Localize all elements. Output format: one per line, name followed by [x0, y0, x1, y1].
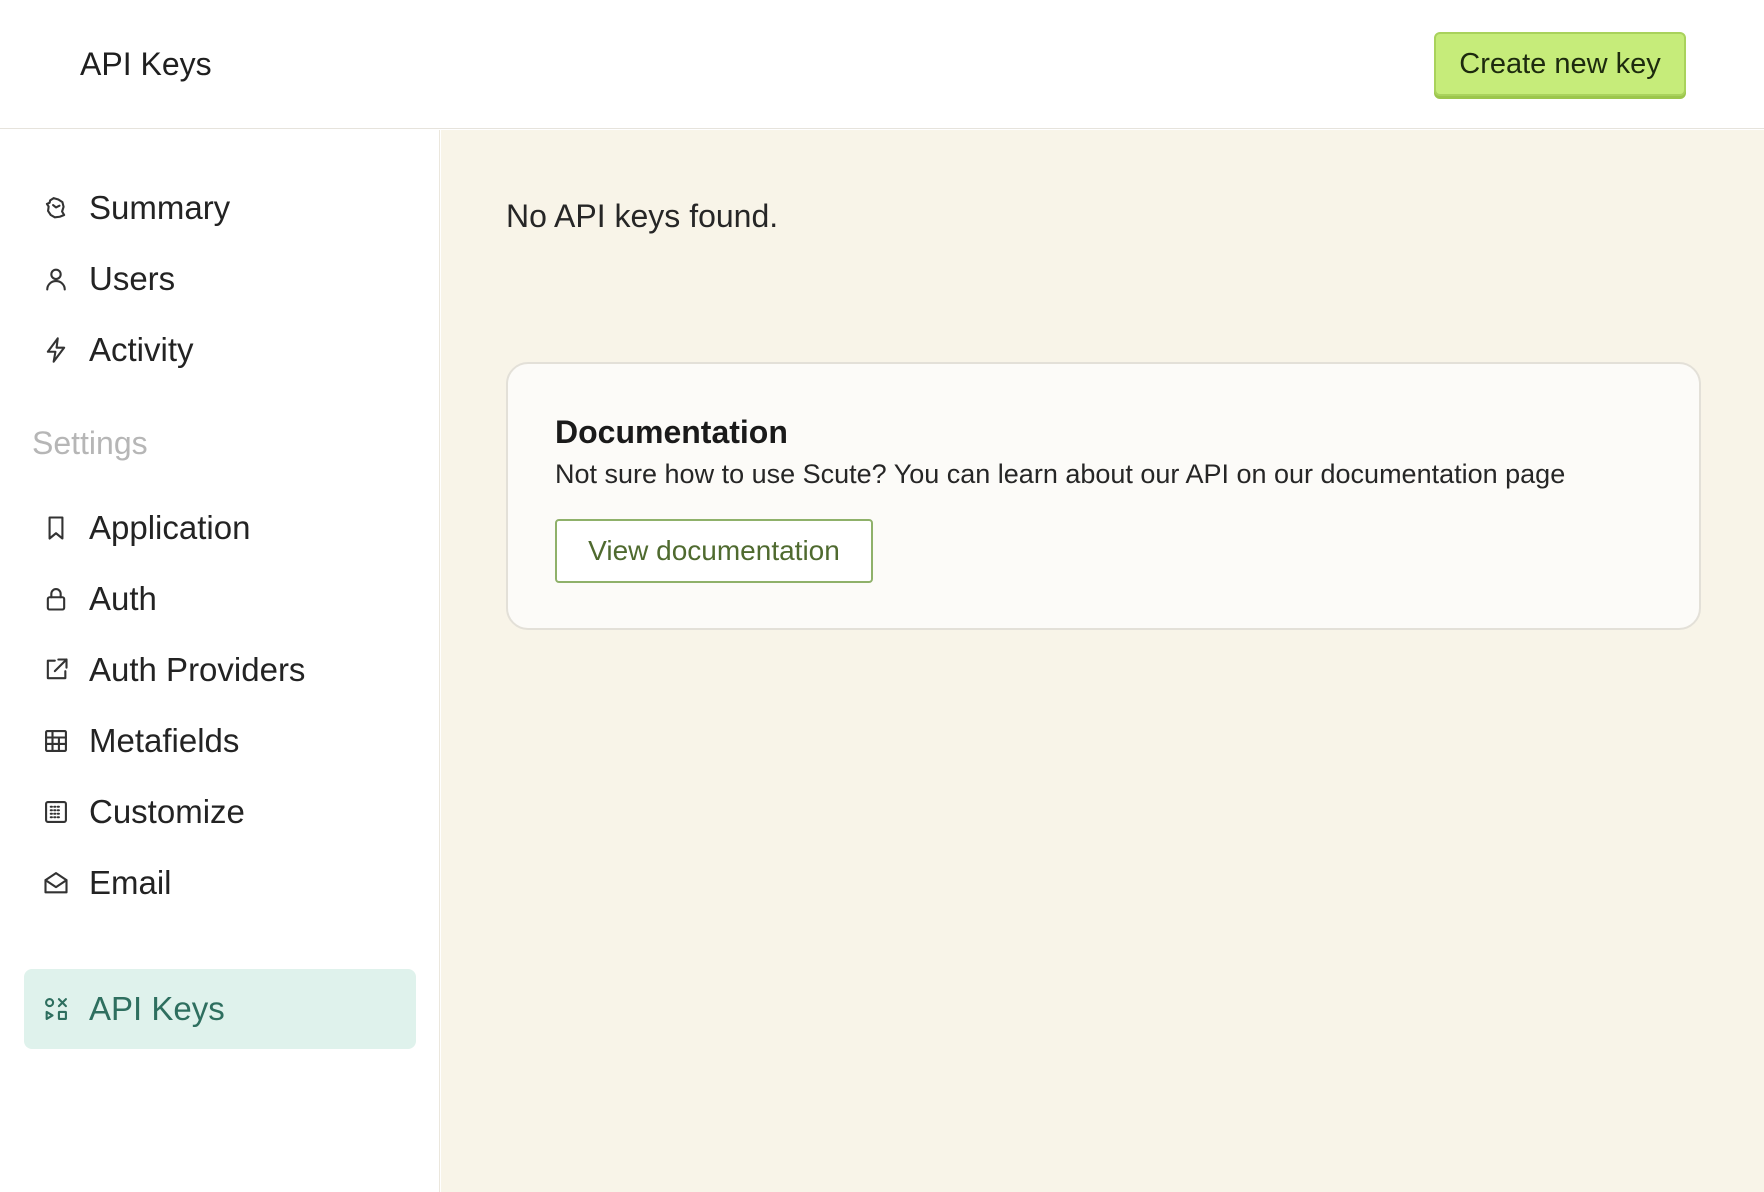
- lightning-icon: [41, 335, 71, 365]
- sidebar-item-customize[interactable]: Customize: [24, 772, 416, 852]
- user-icon: [41, 264, 71, 294]
- sidebar-item-label: Email: [89, 864, 172, 901]
- sidebar-item-email[interactable]: Email: [24, 843, 416, 923]
- sidebar: Summary Users Activity Settings Applicat…: [0, 130, 440, 1192]
- sidebar-item-auth-providers[interactable]: Auth Providers: [24, 630, 416, 710]
- dotted-square-icon: [41, 797, 71, 827]
- sidebar-item-auth[interactable]: Auth: [24, 559, 416, 639]
- sidebar-item-label: Auth: [89, 580, 157, 617]
- create-new-key-button[interactable]: Create new key: [1434, 32, 1686, 96]
- sidebar-item-label: Users: [89, 260, 176, 297]
- table-icon: [41, 726, 71, 756]
- sidebar-item-users[interactable]: Users: [24, 239, 416, 319]
- sidebar-item-label: Auth Providers: [89, 651, 306, 688]
- empty-state-message: No API keys found.: [506, 198, 779, 234]
- sidebar-item-api-keys[interactable]: API Keys: [24, 969, 416, 1049]
- api-keys-icon: [41, 994, 71, 1024]
- view-documentation-button[interactable]: View documentation: [555, 519, 873, 583]
- sidebar-item-label: Activity: [89, 331, 194, 368]
- top-bar: API Keys Create new key: [0, 0, 1764, 129]
- documentation-text: Not sure how to use Scute? You can learn…: [555, 459, 1566, 489]
- lock-icon: [41, 584, 71, 614]
- sidebar-item-summary[interactable]: Summary: [24, 168, 416, 248]
- documentation-title: Documentation: [555, 414, 788, 450]
- sidebar-item-label: Customize: [89, 793, 245, 830]
- envelope-open-icon: [41, 868, 71, 898]
- sidebar-item-label: Metafields: [89, 722, 240, 759]
- sidebar-item-label: API Keys: [89, 990, 225, 1027]
- documentation-card: Documentation Not sure how to use Scute?…: [506, 362, 1701, 630]
- sidebar-item-label: Summary: [89, 189, 231, 226]
- sidebar-item-activity[interactable]: Activity: [24, 310, 416, 390]
- sidebar-item-metafields[interactable]: Metafields: [24, 701, 416, 781]
- external-link-icon: [41, 655, 71, 685]
- settings-section-label: Settings: [32, 425, 148, 461]
- page-title: API Keys: [80, 46, 212, 82]
- sidebar-item-application[interactable]: Application: [24, 488, 416, 568]
- sidebar-item-label: Application: [89, 509, 251, 546]
- bookmark-icon: [41, 513, 71, 543]
- summary-icon: [41, 193, 71, 223]
- main-content: No API keys found. Documentation Not sur…: [441, 130, 1764, 1192]
